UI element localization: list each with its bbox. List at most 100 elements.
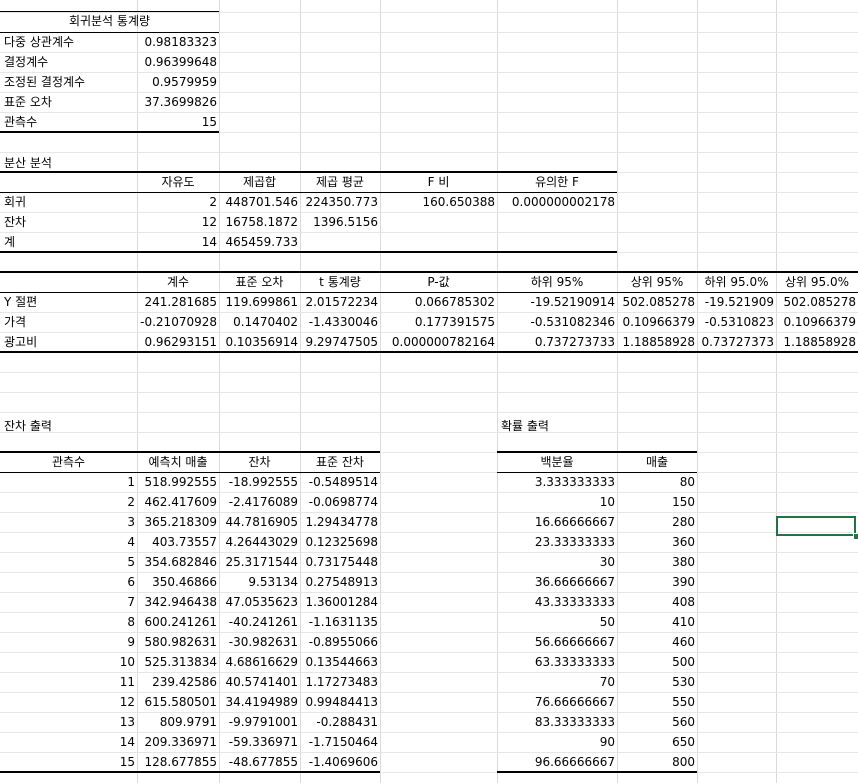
coef-value[interactable]: -0.21070928 [137,312,219,332]
resid-header[interactable]: 잔차 [219,452,300,472]
resid-value[interactable]: -9.9791001 [219,712,300,732]
resid-value[interactable]: 0.12325698 [300,532,380,552]
observation-number[interactable]: 13 [0,712,137,732]
coef-row-label[interactable]: 광고비 [0,332,137,352]
resid-value[interactable]: 9.53134 [219,572,300,592]
coef-value[interactable]: 0.96293151 [137,332,219,352]
observation-number[interactable]: 10 [0,652,137,672]
percentile-value[interactable]: 23.33333333 [497,532,617,552]
sales-value[interactable]: 380 [617,552,697,572]
resid-value[interactable]: 350.46866 [137,572,219,592]
anova-row-label[interactable]: 잔차 [0,212,137,232]
percentile-value[interactable]: 30 [497,552,617,572]
resid-value[interactable]: 128.677855 [137,752,219,772]
resid-value[interactable]: 1.17273483 [300,672,380,692]
resid-value[interactable]: 600.241261 [137,612,219,632]
coef-value[interactable]: 0.10356914 [219,332,300,352]
anova-title[interactable]: 분산 분석 [0,153,137,173]
resid-value[interactable]: 34.4194989 [219,692,300,712]
coef-value[interactable]: -0.531082346 [497,312,617,332]
sales-value[interactable]: 410 [617,612,697,632]
coef-row-label[interactable]: 가격 [0,312,137,332]
percentile-value[interactable]: 56.66666667 [497,632,617,652]
stats-label[interactable]: 관측수 [0,112,137,132]
selected-cell[interactable] [776,516,856,536]
stats-label[interactable]: 조정된 결정계수 [0,72,137,92]
sales-value[interactable]: 800 [617,752,697,772]
resid-value[interactable]: -40.241261 [219,612,300,632]
percentile-value[interactable]: 36.66666667 [497,572,617,592]
coef-value[interactable]: -19.52190914 [497,292,617,312]
resid-value[interactable]: -1.1631135 [300,612,380,632]
prob-header[interactable]: 매출 [617,452,697,472]
resid-value[interactable]: 462.417609 [137,492,219,512]
coef-value[interactable]: 502.085278 [776,292,858,312]
regression-stats-title[interactable]: 회귀분석 통계량 [0,11,219,31]
resid-value[interactable]: 615.580501 [137,692,219,712]
stats-value[interactable]: 15 [137,112,219,132]
observation-number[interactable]: 15 [0,752,137,772]
percentile-value[interactable]: 70 [497,672,617,692]
anova-value[interactable]: 16758.1872 [219,212,300,232]
resid-value[interactable]: 1.29434778 [300,512,380,532]
anova-value[interactable]: 2 [137,192,219,212]
sales-value[interactable]: 560 [617,712,697,732]
stats-value[interactable]: 0.96399648 [137,52,219,72]
anova-value[interactable] [497,232,617,252]
coef-header[interactable]: 하위 95.0% [697,272,776,292]
percentile-value[interactable]: 83.33333333 [497,712,617,732]
sales-value[interactable]: 650 [617,732,697,752]
coef-value[interactable]: 0.10966379 [617,312,697,332]
sales-value[interactable]: 530 [617,672,697,692]
resid-value[interactable]: 525.313834 [137,652,219,672]
sales-value[interactable]: 460 [617,632,697,652]
percentile-value[interactable]: 10 [497,492,617,512]
observation-number[interactable]: 6 [0,572,137,592]
observation-number[interactable]: 4 [0,532,137,552]
coef-value[interactable]: 0.066785302 [380,292,497,312]
coef-value[interactable]: 0.1470402 [219,312,300,332]
stats-label[interactable]: 결정계수 [0,52,137,72]
coef-header[interactable]: t 통계량 [300,272,380,292]
coef-header[interactable]: 상위 95.0% [776,272,858,292]
anova-header[interactable]: 자유도 [137,172,219,192]
percentile-value[interactable]: 90 [497,732,617,752]
sales-value[interactable]: 80 [617,472,697,492]
stats-value[interactable]: 0.98183323 [137,32,219,52]
observation-number[interactable]: 8 [0,612,137,632]
coef-header[interactable]: 상위 95% [617,272,697,292]
anova-value[interactable]: 12 [137,212,219,232]
probability-output-title[interactable]: 확률 출력 [497,416,617,436]
anova-value[interactable]: 160.650388 [380,192,497,212]
coef-value[interactable]: 0.177391575 [380,312,497,332]
anova-value[interactable]: 1396.5156 [300,212,380,232]
anova-header[interactable]: 제곱 평균 [300,172,380,192]
resid-value[interactable]: 47.0535623 [219,592,300,612]
resid-value[interactable]: 580.982631 [137,632,219,652]
fill-handle[interactable] [853,533,858,540]
stats-value[interactable]: 0.9579959 [137,72,219,92]
anova-value[interactable]: 465459.733 [219,232,300,252]
coef-value[interactable]: -0.5310823 [697,312,776,332]
coef-value[interactable]: 241.281685 [137,292,219,312]
percentile-value[interactable]: 3.333333333 [497,472,617,492]
sales-value[interactable]: 408 [617,592,697,612]
coef-value[interactable]: -1.4330046 [300,312,380,332]
sales-value[interactable]: 390 [617,572,697,592]
sales-value[interactable]: 500 [617,652,697,672]
resid-value[interactable]: -59.336971 [219,732,300,752]
resid-value[interactable]: -0.5489514 [300,472,380,492]
resid-value[interactable]: -0.288431 [300,712,380,732]
coef-value[interactable]: 1.18858928 [617,332,697,352]
anova-value[interactable] [497,212,617,232]
resid-value[interactable]: 1.36001284 [300,592,380,612]
resid-value[interactable]: -1.4069606 [300,752,380,772]
stats-value[interactable]: 37.3699826 [137,92,219,112]
coef-header[interactable]: 계수 [137,272,219,292]
anova-header[interactable]: 유의한 F [497,172,617,192]
resid-value[interactable]: 4.26443029 [219,532,300,552]
coef-value[interactable]: 0.73727373 [697,332,776,352]
resid-value[interactable]: -2.4176089 [219,492,300,512]
anova-row-label[interactable]: 회귀 [0,192,137,212]
observation-number[interactable]: 14 [0,732,137,752]
